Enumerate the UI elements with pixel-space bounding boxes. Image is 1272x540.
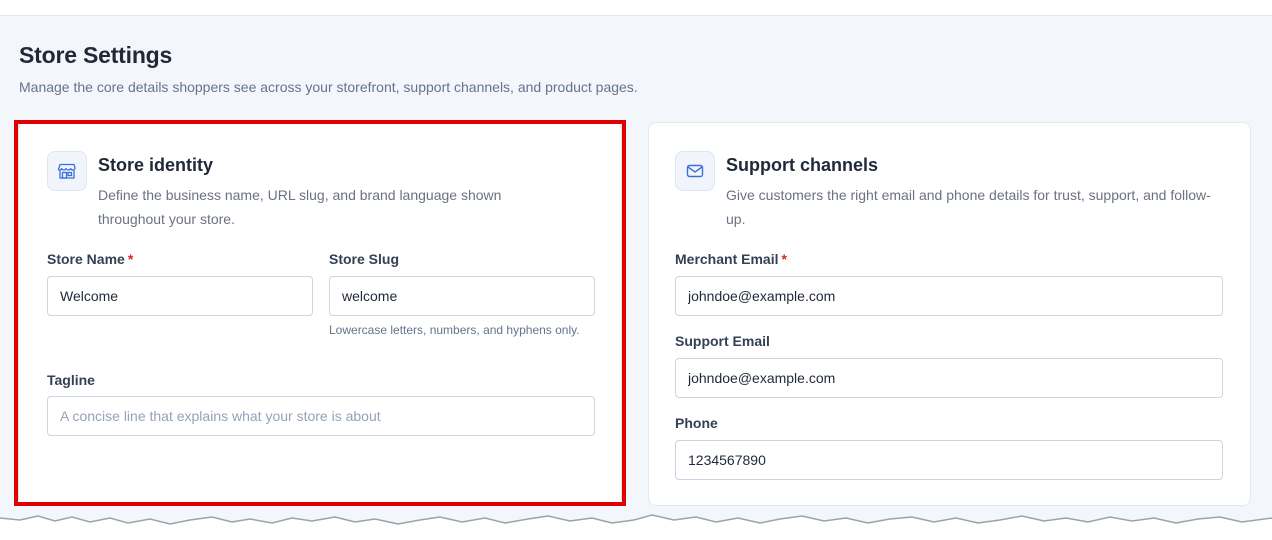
merchant-email-input[interactable] [675,276,1223,316]
support-channels-title: Support channels [726,155,879,175]
store-identity-description: Define the business name, URL slug, and … [98,187,502,227]
torn-edge [0,514,1272,540]
storefront-icon [47,151,87,191]
store-identity-title: Store identity [98,155,214,175]
support-email-label: Support Email [675,333,770,349]
support-channels-description: Give customers the right email and phone… [726,187,1211,227]
support-email-input[interactable] [675,358,1223,398]
store-identity-card: Store identity Define the business name,… [18,122,622,506]
store-name-label: Store Name * [47,251,134,267]
phone-label: Phone [675,415,718,431]
required-marker: * [781,251,787,267]
tagline-input[interactable] [47,396,595,436]
phone-input[interactable] [675,440,1223,480]
tagline-label: Tagline [47,372,95,388]
page-header: Store Settings Manage the core details s… [19,42,638,95]
required-marker: * [127,251,134,267]
top-bar [0,0,1272,16]
support-channels-card: Support channels Give customers the righ… [648,122,1251,506]
merchant-email-label: Merchant Email * [675,251,787,267]
store-name-input[interactable] [47,276,313,316]
envelope-icon [675,151,715,191]
store-slug-input[interactable] [329,276,595,316]
store-slug-label: Store Slug [329,251,400,267]
page-subtitle: Manage the core details shoppers see acr… [19,79,638,95]
store-slug-help: Lowercase letters, numbers, and hyphens … [329,323,580,337]
page-title: Store Settings [19,42,173,68]
